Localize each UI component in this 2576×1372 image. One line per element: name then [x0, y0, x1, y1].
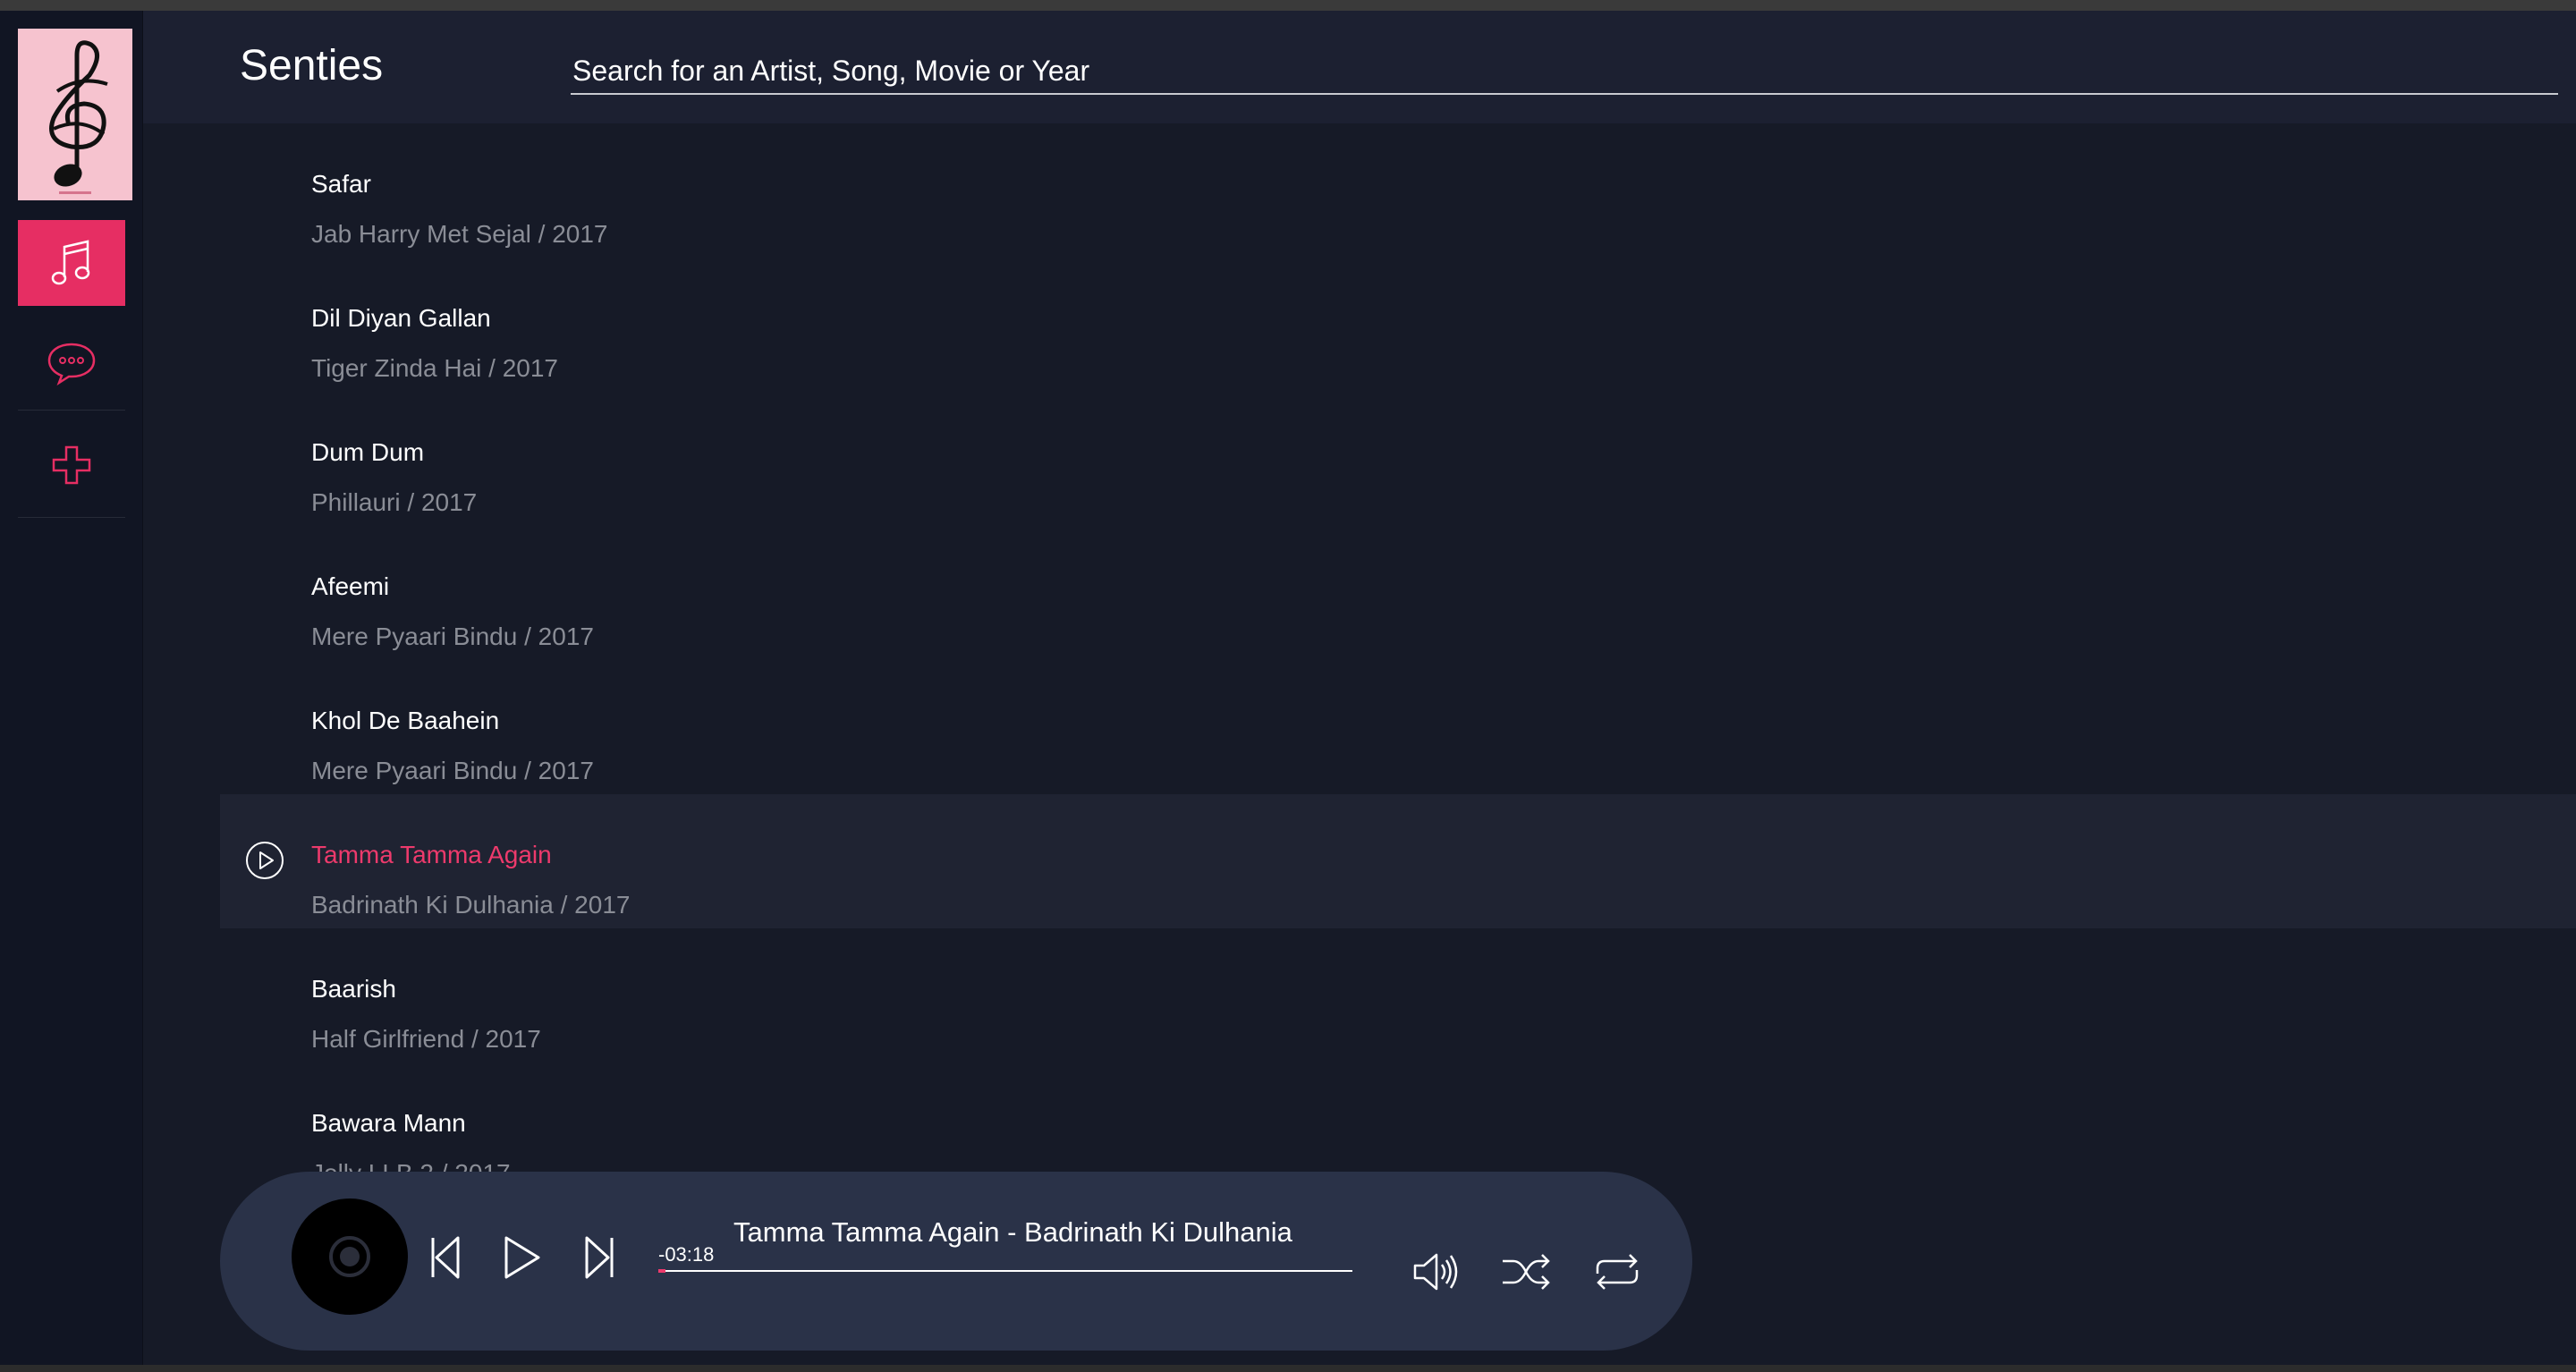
previous-button[interactable] [424, 1232, 467, 1283]
sidebar-divider [18, 410, 125, 411]
song-title: Khol De Baahein [311, 707, 500, 734]
song-subtitle: Half Girlfriend / 2017 [311, 1025, 541, 1053]
album-art [292, 1198, 408, 1315]
now-playing-title: Tamma Tamma Again - Badrinath Ki Dulhani… [733, 1216, 1292, 1248]
list-item[interactable]: Baarish Half Girlfriend / 2017 [220, 928, 2576, 1063]
list-item[interactable]: Bawara Mann Jolly LLB 2 / 2017 [220, 1063, 2576, 1179]
sidebar-item-chat[interactable] [18, 320, 125, 406]
song-title: Dum Dum [311, 438, 425, 466]
window-top-bar [0, 0, 2576, 11]
disc-icon [329, 1236, 370, 1277]
song-subtitle: Phillauri / 2017 [311, 488, 478, 516]
song-title: Baarish [311, 975, 396, 1003]
play-button[interactable] [501, 1232, 544, 1283]
play-icon [504, 1236, 540, 1279]
plus-icon [52, 445, 91, 485]
shuffle-icon [1503, 1254, 1550, 1290]
song-subtitle: Tiger Zinda Hai / 2017 [311, 354, 558, 382]
progress-bar[interactable] [658, 1269, 1352, 1273]
music-clef-icon [49, 40, 108, 194]
song-list: Safar Jab Harry Met Sejal / 2017 Dil Diy… [220, 123, 2576, 1179]
sidebar [0, 11, 143, 1365]
song-subtitle: Mere Pyaari Bindu / 2017 [311, 622, 594, 650]
song-title: Tamma Tamma Again [311, 841, 552, 868]
list-item[interactable]: Afeemi Mere Pyaari Bindu / 2017 [220, 526, 2576, 660]
progress-fill [658, 1269, 665, 1273]
app-logo[interactable] [18, 29, 132, 200]
song-title: Bawara Mann [311, 1109, 466, 1137]
music-player: -03:18 Tamma Tamma Again - Badrinath Ki … [220, 1172, 1692, 1351]
window-bottom-edge [0, 1365, 2576, 1372]
list-item[interactable]: Dum Dum Phillauri / 2017 [220, 392, 2576, 526]
repeat-button[interactable] [1590, 1247, 1644, 1297]
sidebar-item-add[interactable] [18, 422, 125, 508]
sidebar-divider [18, 517, 125, 518]
header: Senties [143, 11, 2576, 123]
song-title: Safar [311, 170, 371, 198]
list-item[interactable]: Dil Diyan Gallan Tiger Zinda Hai / 2017 [220, 258, 2576, 392]
list-item[interactable]: Khol De Baahein Mere Pyaari Bindu / 2017 [220, 660, 2576, 794]
music-note-icon [51, 240, 90, 285]
song-title: Afeemi [311, 572, 390, 600]
list-item-playing[interactable]: Tamma Tamma Again Badrinath Ki Dulhania … [220, 794, 2576, 928]
song-subtitle: Badrinath Ki Dulhania / 2017 [311, 891, 631, 919]
shuffle-button[interactable] [1499, 1247, 1553, 1297]
list-item[interactable]: Safar Jab Harry Met Sejal / 2017 [220, 123, 2576, 258]
song-subtitle: Mere Pyaari Bindu / 2017 [311, 757, 594, 784]
volume-icon [1413, 1253, 1458, 1291]
time-remaining: -03:18 [658, 1243, 715, 1266]
repeat-icon [1596, 1254, 1639, 1290]
chat-bubble-icon [47, 343, 96, 385]
sidebar-item-music[interactable] [18, 220, 125, 306]
song-subtitle: Jab Harry Met Sejal / 2017 [311, 220, 608, 248]
volume-button[interactable] [1410, 1247, 1463, 1297]
skip-previous-icon [431, 1236, 460, 1279]
app-title: Senties [240, 42, 384, 89]
play-circle-icon[interactable] [245, 841, 284, 880]
next-button[interactable] [578, 1232, 621, 1283]
app-window: Senties Safar Jab Harry Met Sejal / 2017… [0, 11, 2576, 1365]
skip-next-icon [585, 1236, 614, 1279]
search-input[interactable] [571, 48, 2558, 95]
song-title: Dil Diyan Gallan [311, 304, 491, 332]
